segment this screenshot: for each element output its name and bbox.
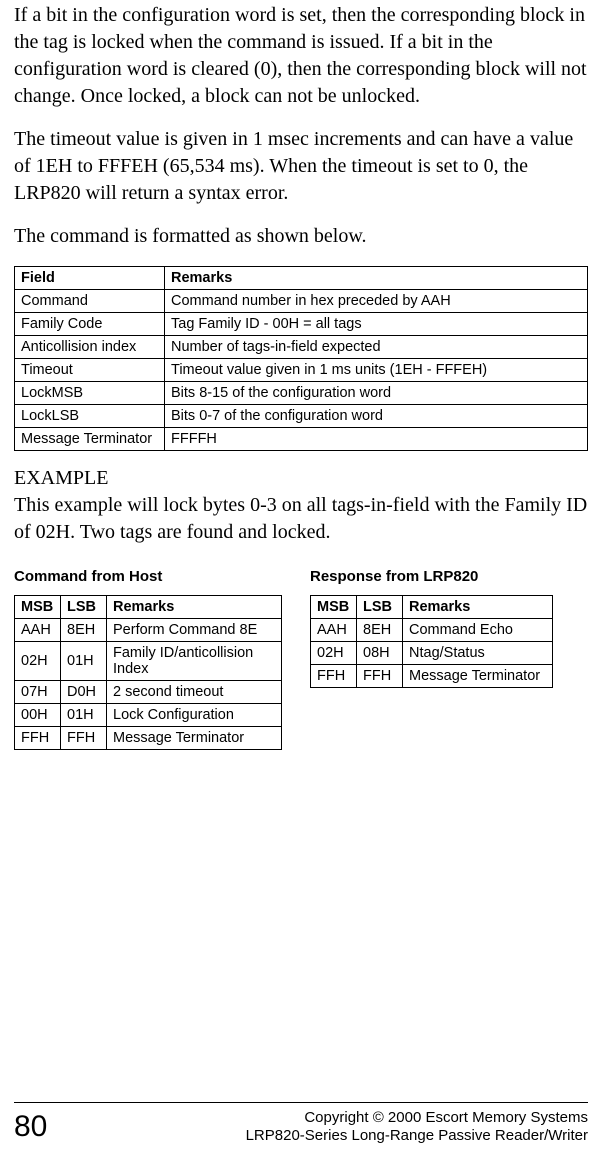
table-row: Anticollision indexNumber of tags-in-fie… <box>15 336 588 359</box>
cell: D0H <box>61 681 107 704</box>
cell: Bits 8-15 of the configuration word <box>165 382 588 405</box>
cell: Anticollision index <box>15 336 165 359</box>
table-row: LockMSBBits 8-15 of the configuration wo… <box>15 382 588 405</box>
cell: 02H <box>15 642 61 681</box>
table-row: TimeoutTimeout value given in 1 ms units… <box>15 359 588 382</box>
table-row: FFHFFHMessage Terminator <box>311 665 553 688</box>
cell: LockMSB <box>15 382 165 405</box>
cell: Message Terminator <box>15 428 165 451</box>
response-title: Response from LRP820 <box>310 568 553 585</box>
table-header-row: Field Remarks <box>15 267 588 290</box>
cell: Message Terminator <box>107 727 282 750</box>
cell: AAH <box>311 619 357 642</box>
cell: Tag Family ID - 00H = all tags <box>165 313 588 336</box>
cell: Timeout <box>15 359 165 382</box>
cell: Command number in hex preceded by AAH <box>165 290 588 313</box>
table-row: AAH8EHPerform Command 8E <box>15 619 282 642</box>
table-row: 00H01HLock Configuration <box>15 704 282 727</box>
host-column: Command from Host MSB LSB Remarks AAH8EH… <box>14 562 282 764</box>
table-header-row: MSB LSB Remarks <box>15 596 282 619</box>
paragraph-2: The timeout value is given in 1 msec inc… <box>14 126 588 207</box>
th-field: Field <box>15 267 165 290</box>
product-line: LRP820-Series Long-Range Passive Reader/… <box>246 1127 588 1146</box>
footer-text: Copyright © 2000 Escort Memory Systems L… <box>246 1109 588 1147</box>
example-text: This example will lock bytes 0-3 on all … <box>14 492 588 546</box>
th-remarks: Remarks <box>107 596 282 619</box>
cell: FFH <box>357 665 403 688</box>
cell: 02H <box>311 642 357 665</box>
page-footer: 80 Copyright © 2000 Escort Memory System… <box>14 1102 588 1147</box>
cell: Timeout value given in 1 ms units (1EH -… <box>165 359 588 382</box>
cell: Message Terminator <box>403 665 553 688</box>
table-row: LockLSBBits 0-7 of the configuration wor… <box>15 405 588 428</box>
cell: 8EH <box>357 619 403 642</box>
host-table: MSB LSB Remarks AAH8EHPerform Command 8E… <box>14 595 282 750</box>
example-columns: Command from Host MSB LSB Remarks AAH8EH… <box>14 562 588 764</box>
cell: 8EH <box>61 619 107 642</box>
table-row: CommandCommand number in hex preceded by… <box>15 290 588 313</box>
cell: 01H <box>61 642 107 681</box>
th-remarks: Remarks <box>403 596 553 619</box>
cell: Command Echo <box>403 619 553 642</box>
table-row: 07HD0H2 second timeout <box>15 681 282 704</box>
th-lsb: LSB <box>61 596 107 619</box>
th-msb: MSB <box>15 596 61 619</box>
example-label: EXAMPLE <box>14 465 588 492</box>
page-number: 80 <box>14 1110 47 1144</box>
field-remarks-table: Field Remarks CommandCommand number in h… <box>14 266 588 451</box>
cell: 00H <box>15 704 61 727</box>
th-remarks: Remarks <box>165 267 588 290</box>
cell: LockLSB <box>15 405 165 428</box>
table-row: 02H08HNtag/Status <box>311 642 553 665</box>
response-column: Response from LRP820 MSB LSB Remarks AAH… <box>310 562 553 702</box>
cell: AAH <box>15 619 61 642</box>
paragraph-1: If a bit in the configuration word is se… <box>14 2 588 110</box>
cell: Perform Command 8E <box>107 619 282 642</box>
cell: Bits 0-7 of the configuration word <box>165 405 588 428</box>
cell: 2 second timeout <box>107 681 282 704</box>
th-msb: MSB <box>311 596 357 619</box>
cell: FFFFH <box>165 428 588 451</box>
cell: FFH <box>311 665 357 688</box>
table-row: AAH8EHCommand Echo <box>311 619 553 642</box>
cell: FFH <box>61 727 107 750</box>
cell: Lock Configuration <box>107 704 282 727</box>
response-table: MSB LSB Remarks AAH8EHCommand Echo 02H08… <box>310 595 553 688</box>
table-row: Family CodeTag Family ID - 00H = all tag… <box>15 313 588 336</box>
cell: Family ID/anticollision Index <box>107 642 282 681</box>
cell: Number of tags-in-field expected <box>165 336 588 359</box>
table-header-row: MSB LSB Remarks <box>311 596 553 619</box>
th-lsb: LSB <box>357 596 403 619</box>
cell: Family Code <box>15 313 165 336</box>
table-row: Message TerminatorFFFFH <box>15 428 588 451</box>
copyright-line: Copyright © 2000 Escort Memory Systems <box>246 1109 588 1128</box>
paragraph-3: The command is formatted as shown below. <box>14 223 588 250</box>
page: If a bit in the configuration word is se… <box>0 2 602 1164</box>
cell: Ntag/Status <box>403 642 553 665</box>
table-row: 02H01HFamily ID/anticollision Index <box>15 642 282 681</box>
cell: FFH <box>15 727 61 750</box>
host-title: Command from Host <box>14 568 282 585</box>
cell: Command <box>15 290 165 313</box>
cell: 07H <box>15 681 61 704</box>
cell: 01H <box>61 704 107 727</box>
cell: 08H <box>357 642 403 665</box>
table-row: FFHFFHMessage Terminator <box>15 727 282 750</box>
